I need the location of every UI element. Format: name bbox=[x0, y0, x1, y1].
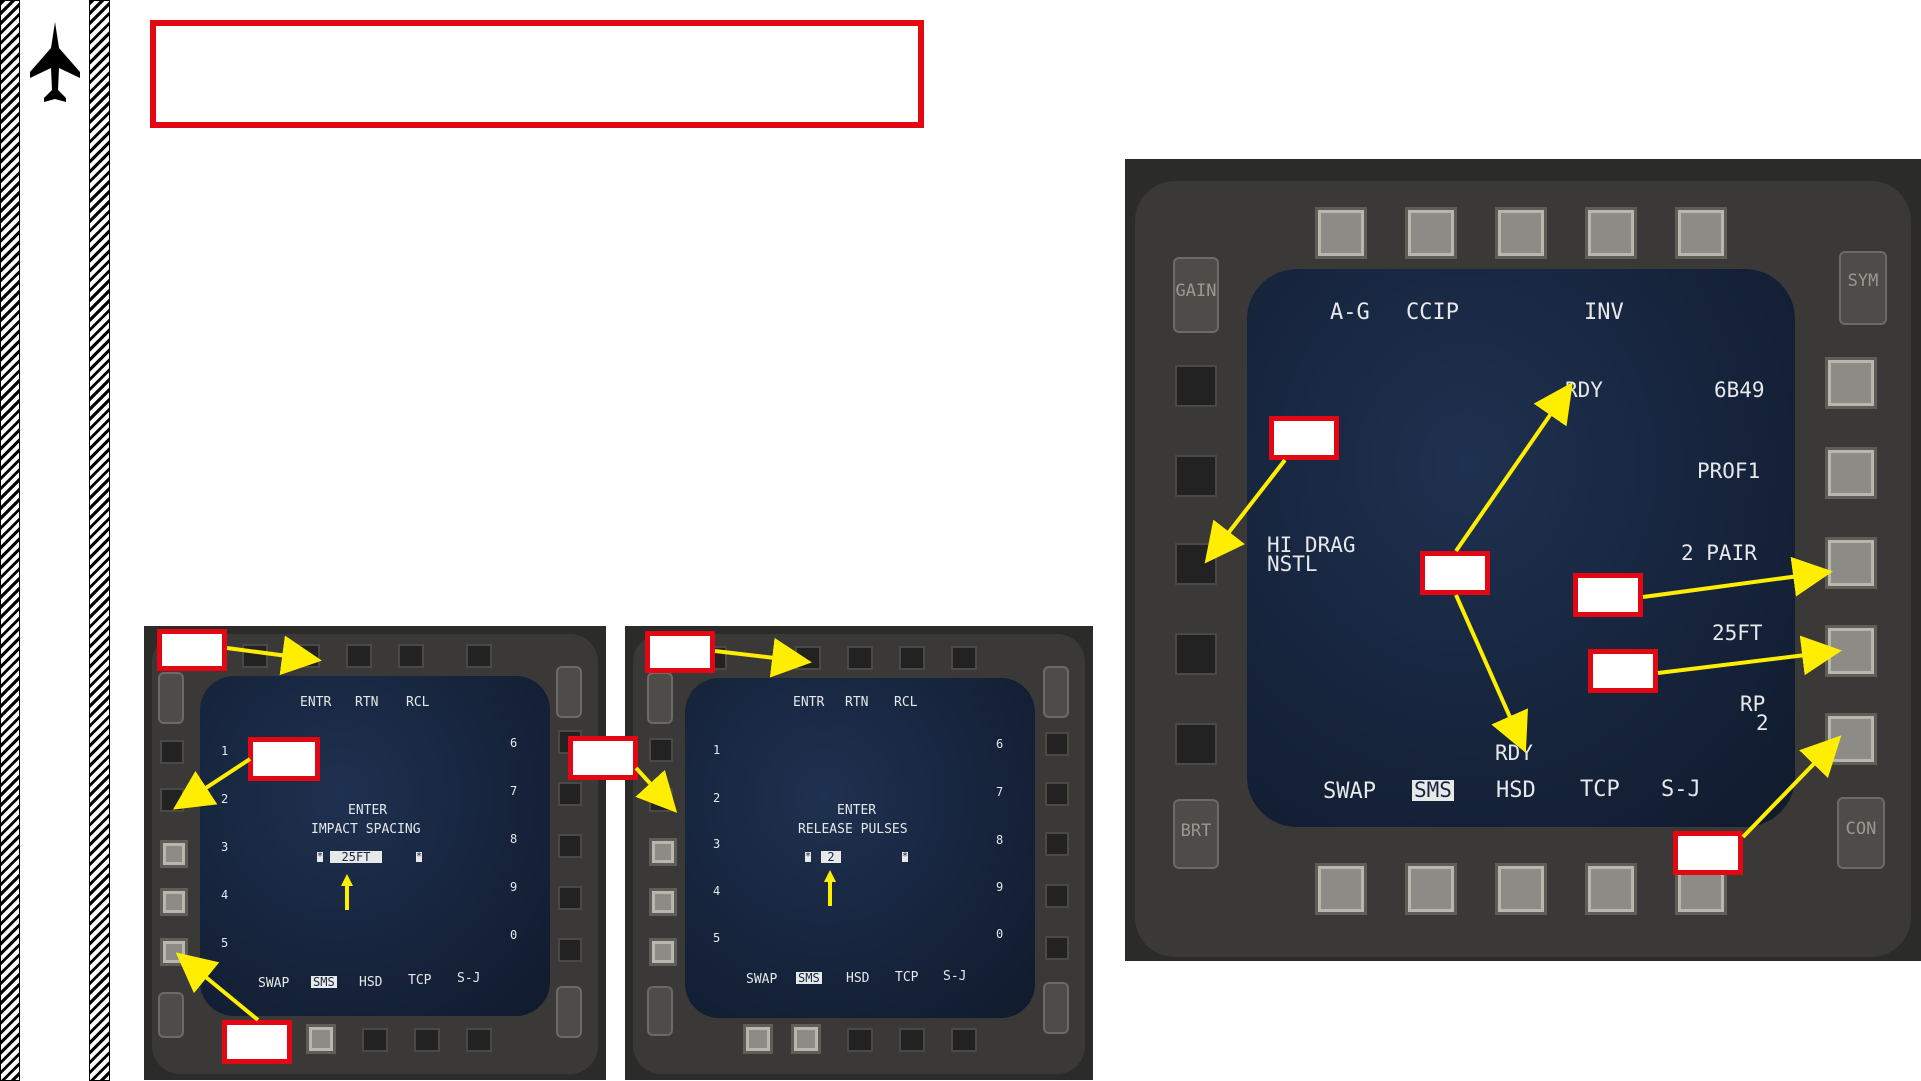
arrow bbox=[172, 757, 252, 810]
arrow bbox=[1741, 735, 1842, 839]
arrow bbox=[1642, 556, 1833, 599]
arrow bbox=[634, 766, 678, 813]
arrow bbox=[226, 635, 322, 676]
arrow bbox=[175, 952, 260, 1022]
arrow bbox=[1657, 635, 1842, 676]
arrow bbox=[1204, 458, 1287, 564]
arrow bbox=[1454, 594, 1528, 753]
callout-arrows bbox=[172, 382, 1842, 1022]
arrow bbox=[714, 637, 812, 678]
arrow bbox=[1454, 382, 1573, 553]
